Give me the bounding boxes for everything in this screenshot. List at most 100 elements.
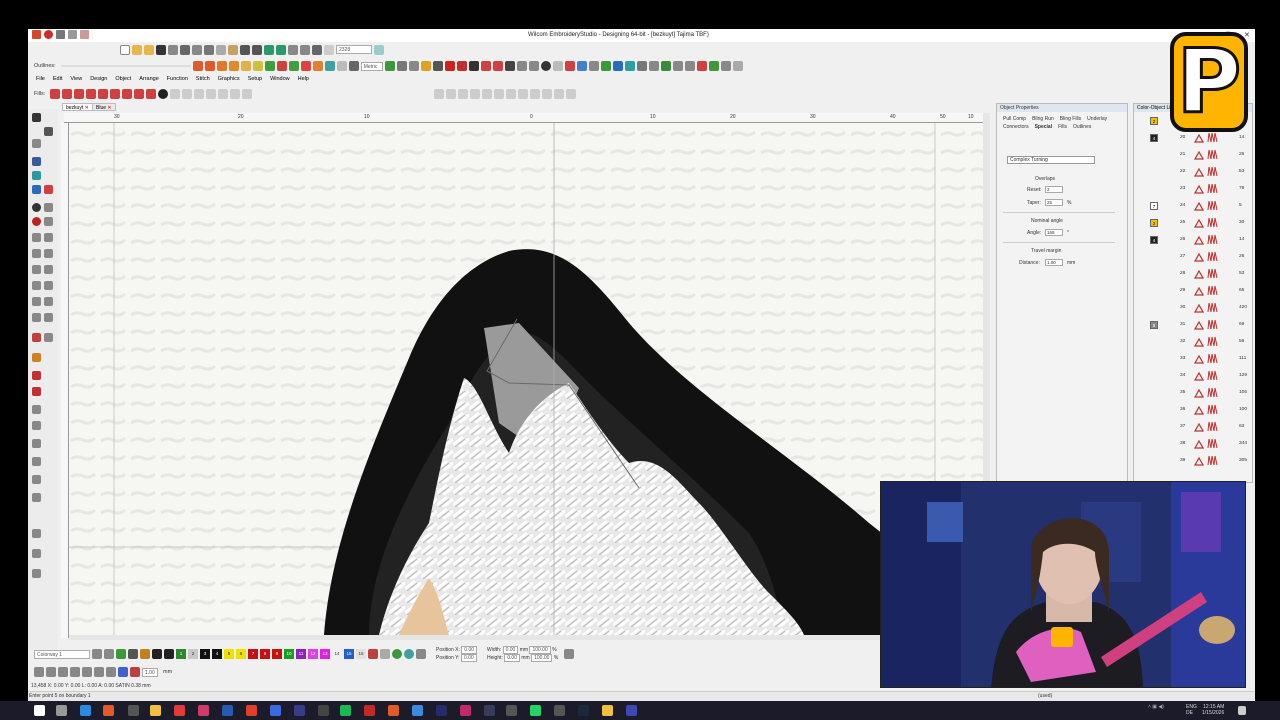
rotate-icon[interactable] <box>684 61 695 71</box>
thread-swatch[interactable]: 3 <box>200 649 210 659</box>
fill-15-icon[interactable] <box>218 89 229 99</box>
view-4-icon[interactable] <box>70 667 80 677</box>
reshape-icon[interactable] <box>44 127 53 136</box>
menu-file[interactable]: File <box>36 76 45 82</box>
info-icon[interactable] <box>540 61 551 71</box>
color-object-row[interactable]: 4 26 14 <box>1134 233 1252 247</box>
fill-12-icon[interactable] <box>182 89 193 99</box>
outline-triple-icon[interactable] <box>216 61 227 71</box>
text-tool-icon[interactable] <box>32 157 41 166</box>
circle-tool-icon[interactable] <box>32 203 41 212</box>
outline-run-icon[interactable] <box>192 61 203 71</box>
color-swatch[interactable] <box>1150 389 1158 397</box>
color-object-row[interactable]: 30 420 <box>1134 301 1252 315</box>
color-swatch[interactable] <box>1150 372 1158 380</box>
fast-forward-icon[interactable] <box>312 44 322 55</box>
app-icon-10[interactable] <box>318 705 329 716</box>
hoop-icon[interactable] <box>348 61 359 71</box>
fill-9-icon[interactable] <box>146 89 157 99</box>
monogram-icon[interactable] <box>32 171 41 180</box>
thread-swatch[interactable]: 5 <box>224 649 234 659</box>
tab-pull-comp[interactable]: Pull Comp <box>1003 116 1026 122</box>
undo-icon[interactable] <box>240 44 250 55</box>
table-icon[interactable] <box>552 61 563 71</box>
color-object-row[interactable]: 38 344 <box>1134 437 1252 451</box>
tie-off-icon[interactable] <box>480 61 491 71</box>
horizontal-scrollbar[interactable] <box>69 635 988 640</box>
units-combo[interactable]: Metric <box>360 61 383 71</box>
reset-input[interactable]: 2 <box>1045 186 1063 193</box>
shape-tool-icon[interactable] <box>32 185 41 194</box>
color-swatch[interactable]: 4 <box>1150 236 1158 244</box>
fill-13-icon[interactable] <box>194 89 205 99</box>
wilcom-taskbar-icon[interactable] <box>626 705 637 716</box>
thread-swatch[interactable]: 15 <box>344 649 354 659</box>
view-3-icon[interactable] <box>58 667 68 677</box>
oval-tool-icon[interactable] <box>44 203 53 212</box>
new-file-icon[interactable] <box>120 44 130 55</box>
save-icon[interactable] <box>156 44 166 55</box>
remove-overlap-icon[interactable] <box>696 61 707 71</box>
branding-icon[interactable] <box>32 353 41 362</box>
pan-tool-icon[interactable] <box>32 493 41 502</box>
thread-chart-icon[interactable] <box>104 649 114 659</box>
app-icon-7[interactable] <box>246 705 257 716</box>
color-swatch[interactable] <box>1150 270 1158 278</box>
trace-tool-icon[interactable] <box>44 313 53 322</box>
close-icon[interactable]: ✕ <box>85 105 89 111</box>
stitch-type-select[interactable]: Complex Turning <box>1007 156 1095 164</box>
pen-tool-icon[interactable] <box>44 185 53 194</box>
transform-icon[interactable] <box>636 61 647 71</box>
view-8-icon[interactable] <box>118 667 128 677</box>
fill-11-icon[interactable] <box>170 89 181 99</box>
redo-icon[interactable] <box>252 44 262 55</box>
doc-tab-bezkuyt[interactable]: bezkuyt ✕ <box>62 103 93 111</box>
fill-8-icon[interactable] <box>134 89 145 99</box>
align-bottom-icon[interactable] <box>494 89 505 99</box>
color-object-row[interactable]: 34 129 <box>1134 369 1252 383</box>
view-tool-icon[interactable] <box>32 569 41 578</box>
align-left-icon[interactable] <box>434 89 445 99</box>
fill-motif-icon[interactable] <box>312 61 323 71</box>
app-icon-8[interactable] <box>270 705 281 716</box>
app-icon-2[interactable] <box>103 705 114 716</box>
fill-5-icon[interactable] <box>98 89 109 99</box>
color-object-row[interactable]: 32 56 <box>1134 335 1252 349</box>
sequin-tool-icon[interactable] <box>32 387 41 396</box>
color-object-row[interactable]: 29 65 <box>1134 284 1252 298</box>
fill-17-icon[interactable] <box>242 89 253 99</box>
align-middle-icon[interactable] <box>482 89 493 99</box>
align-right-icon[interactable] <box>458 89 469 99</box>
zoom-out-tool-icon[interactable] <box>32 549 41 558</box>
ring-tool-icon[interactable] <box>44 217 53 226</box>
task-view-icon[interactable] <box>56 705 67 716</box>
home-icon[interactable] <box>32 30 41 39</box>
align-center-icon[interactable] <box>446 89 457 99</box>
color-object-row[interactable]: 4 20 14 <box>1134 131 1252 145</box>
palette-icon[interactable] <box>92 649 102 659</box>
menu-stitch[interactable]: Stitch <box>196 76 210 82</box>
sort-colors-icon[interactable] <box>368 649 378 659</box>
color-swatch[interactable]: 2 <box>1150 219 1158 227</box>
join-tool-icon[interactable] <box>32 439 41 448</box>
line-tool-icon[interactable] <box>32 233 41 242</box>
thread-swatch[interactable]: 11 <box>296 649 306 659</box>
eyedropper-tool-icon[interactable] <box>32 333 41 342</box>
save-as-icon[interactable] <box>168 44 178 55</box>
color-object-row[interactable]: 28 53 <box>1134 267 1252 281</box>
refresh-icon[interactable] <box>384 61 395 71</box>
show-all-icon[interactable] <box>392 649 402 659</box>
cycle-icon[interactable] <box>380 649 390 659</box>
thread-swatch[interactable]: 16 <box>356 649 366 659</box>
edit-color-icon[interactable] <box>140 649 150 659</box>
zoom-in-tool-icon[interactable] <box>32 529 41 538</box>
menu-graphics[interactable]: Graphics <box>218 76 240 82</box>
color-object-row[interactable]: 22 53 <box>1134 165 1252 179</box>
freehand-tool-icon[interactable] <box>32 265 41 274</box>
view-2-icon[interactable] <box>46 667 56 677</box>
apply-icon[interactable] <box>576 61 587 71</box>
thread-swatch[interactable]: 7 <box>248 649 258 659</box>
color-swatch[interactable]: 7 <box>1150 202 1158 210</box>
slow-redraw-icon[interactable] <box>300 44 310 55</box>
needle-icon[interactable] <box>432 61 443 71</box>
